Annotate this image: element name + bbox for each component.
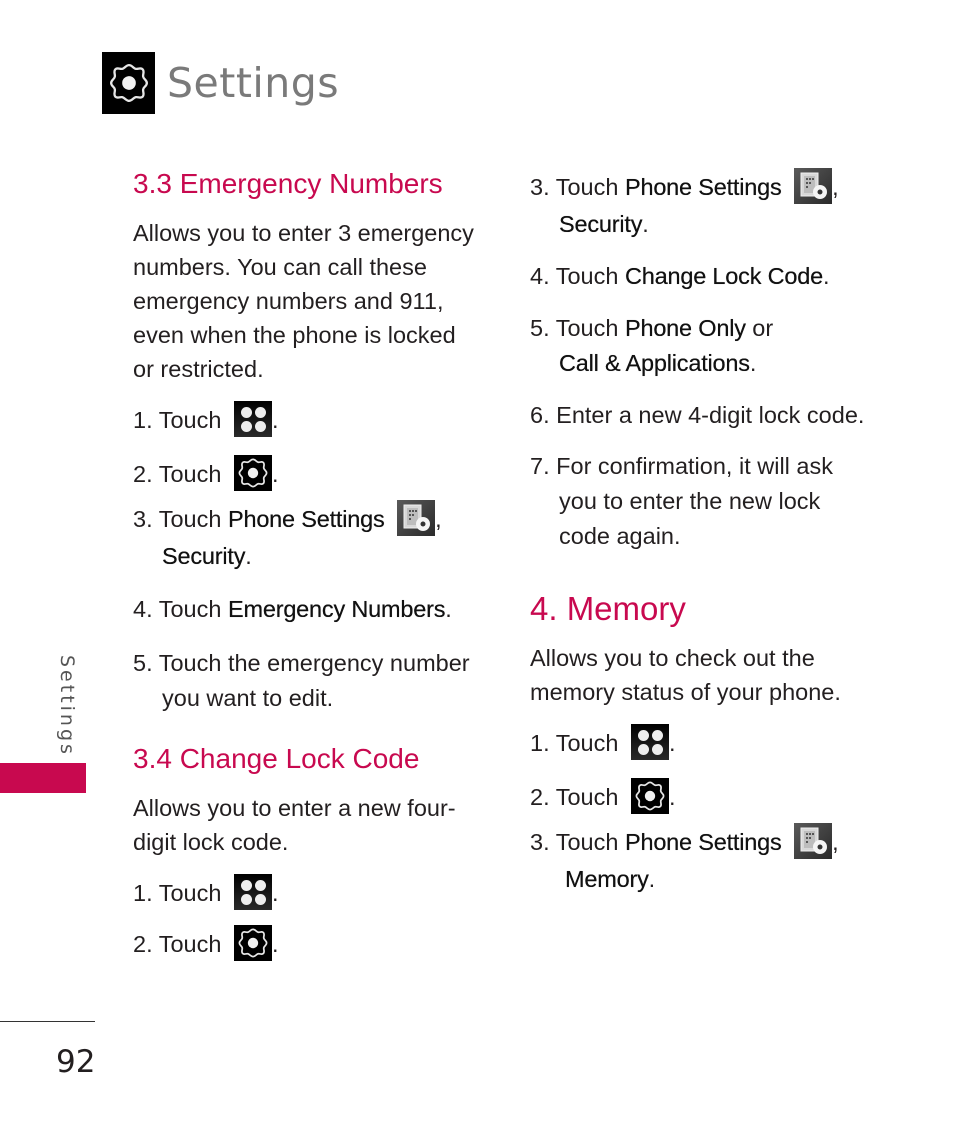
lock-step-6: 6. Enter a new 4-digit lock code. bbox=[530, 402, 865, 428]
page-header: Settings bbox=[102, 52, 339, 114]
apps-icon bbox=[233, 873, 272, 910]
lock-description: Allows you to enter a new four-digit loc… bbox=[133, 795, 456, 855]
section-title-change-lock-code: 3.4 Change Lock Code bbox=[133, 743, 420, 774]
memory-step-2: 2. Touch . bbox=[530, 777, 676, 817]
side-section-label: Settings bbox=[56, 655, 78, 757]
lock-step-1: 1. Touch . bbox=[133, 873, 279, 913]
settings-gear-icon bbox=[102, 52, 155, 114]
emergency-description: Allows you to enter 3 emergency numbers.… bbox=[133, 220, 474, 382]
settings-gear-icon bbox=[630, 777, 669, 814]
lock-step-4: 4. Touch Change Lock Code. bbox=[530, 263, 830, 289]
footer-divider bbox=[0, 1021, 95, 1022]
memory-description: Allows you to check out the memory statu… bbox=[530, 645, 841, 705]
lock-step-3: 3. Touch Phone Settings , Security. bbox=[530, 167, 839, 242]
memory-step-3: 3. Touch Phone Settings , Memory. bbox=[530, 822, 839, 897]
page-number: 92 bbox=[56, 1044, 96, 1080]
memory-step-1: 1. Touch . bbox=[530, 723, 676, 763]
apps-icon bbox=[630, 723, 669, 760]
lock-step-5: 5. Touch Phone Only or Call & Applicatio… bbox=[530, 315, 774, 376]
side-section-tab bbox=[0, 763, 86, 793]
lock-step-7: 7. For confirmation, it will ask you to … bbox=[530, 453, 833, 549]
emergency-step-1: 1. Touch . bbox=[133, 400, 279, 440]
page-title: Settings bbox=[167, 59, 340, 107]
settings-gear-icon bbox=[233, 924, 272, 961]
settings-gear-icon bbox=[233, 454, 272, 491]
section-title-emergency-numbers: 3.3 Emergency Numbers bbox=[133, 168, 443, 199]
emergency-step-4: 4. Touch Emergency Numbers. bbox=[133, 596, 452, 622]
phone-settings-icon bbox=[397, 499, 436, 536]
lock-step-2: 2. Touch . bbox=[133, 924, 279, 964]
emergency-step-2: 2. Touch . bbox=[133, 454, 279, 494]
emergency-step-5: 5. Touch the emergency number you want t… bbox=[133, 650, 470, 711]
emergency-step-3: 3. Touch Phone Settings , Security. bbox=[133, 499, 442, 574]
phone-settings-icon bbox=[794, 822, 833, 859]
phone-settings-icon bbox=[794, 167, 833, 204]
section-title-memory: 4. Memory bbox=[530, 590, 686, 627]
apps-icon bbox=[233, 400, 272, 437]
